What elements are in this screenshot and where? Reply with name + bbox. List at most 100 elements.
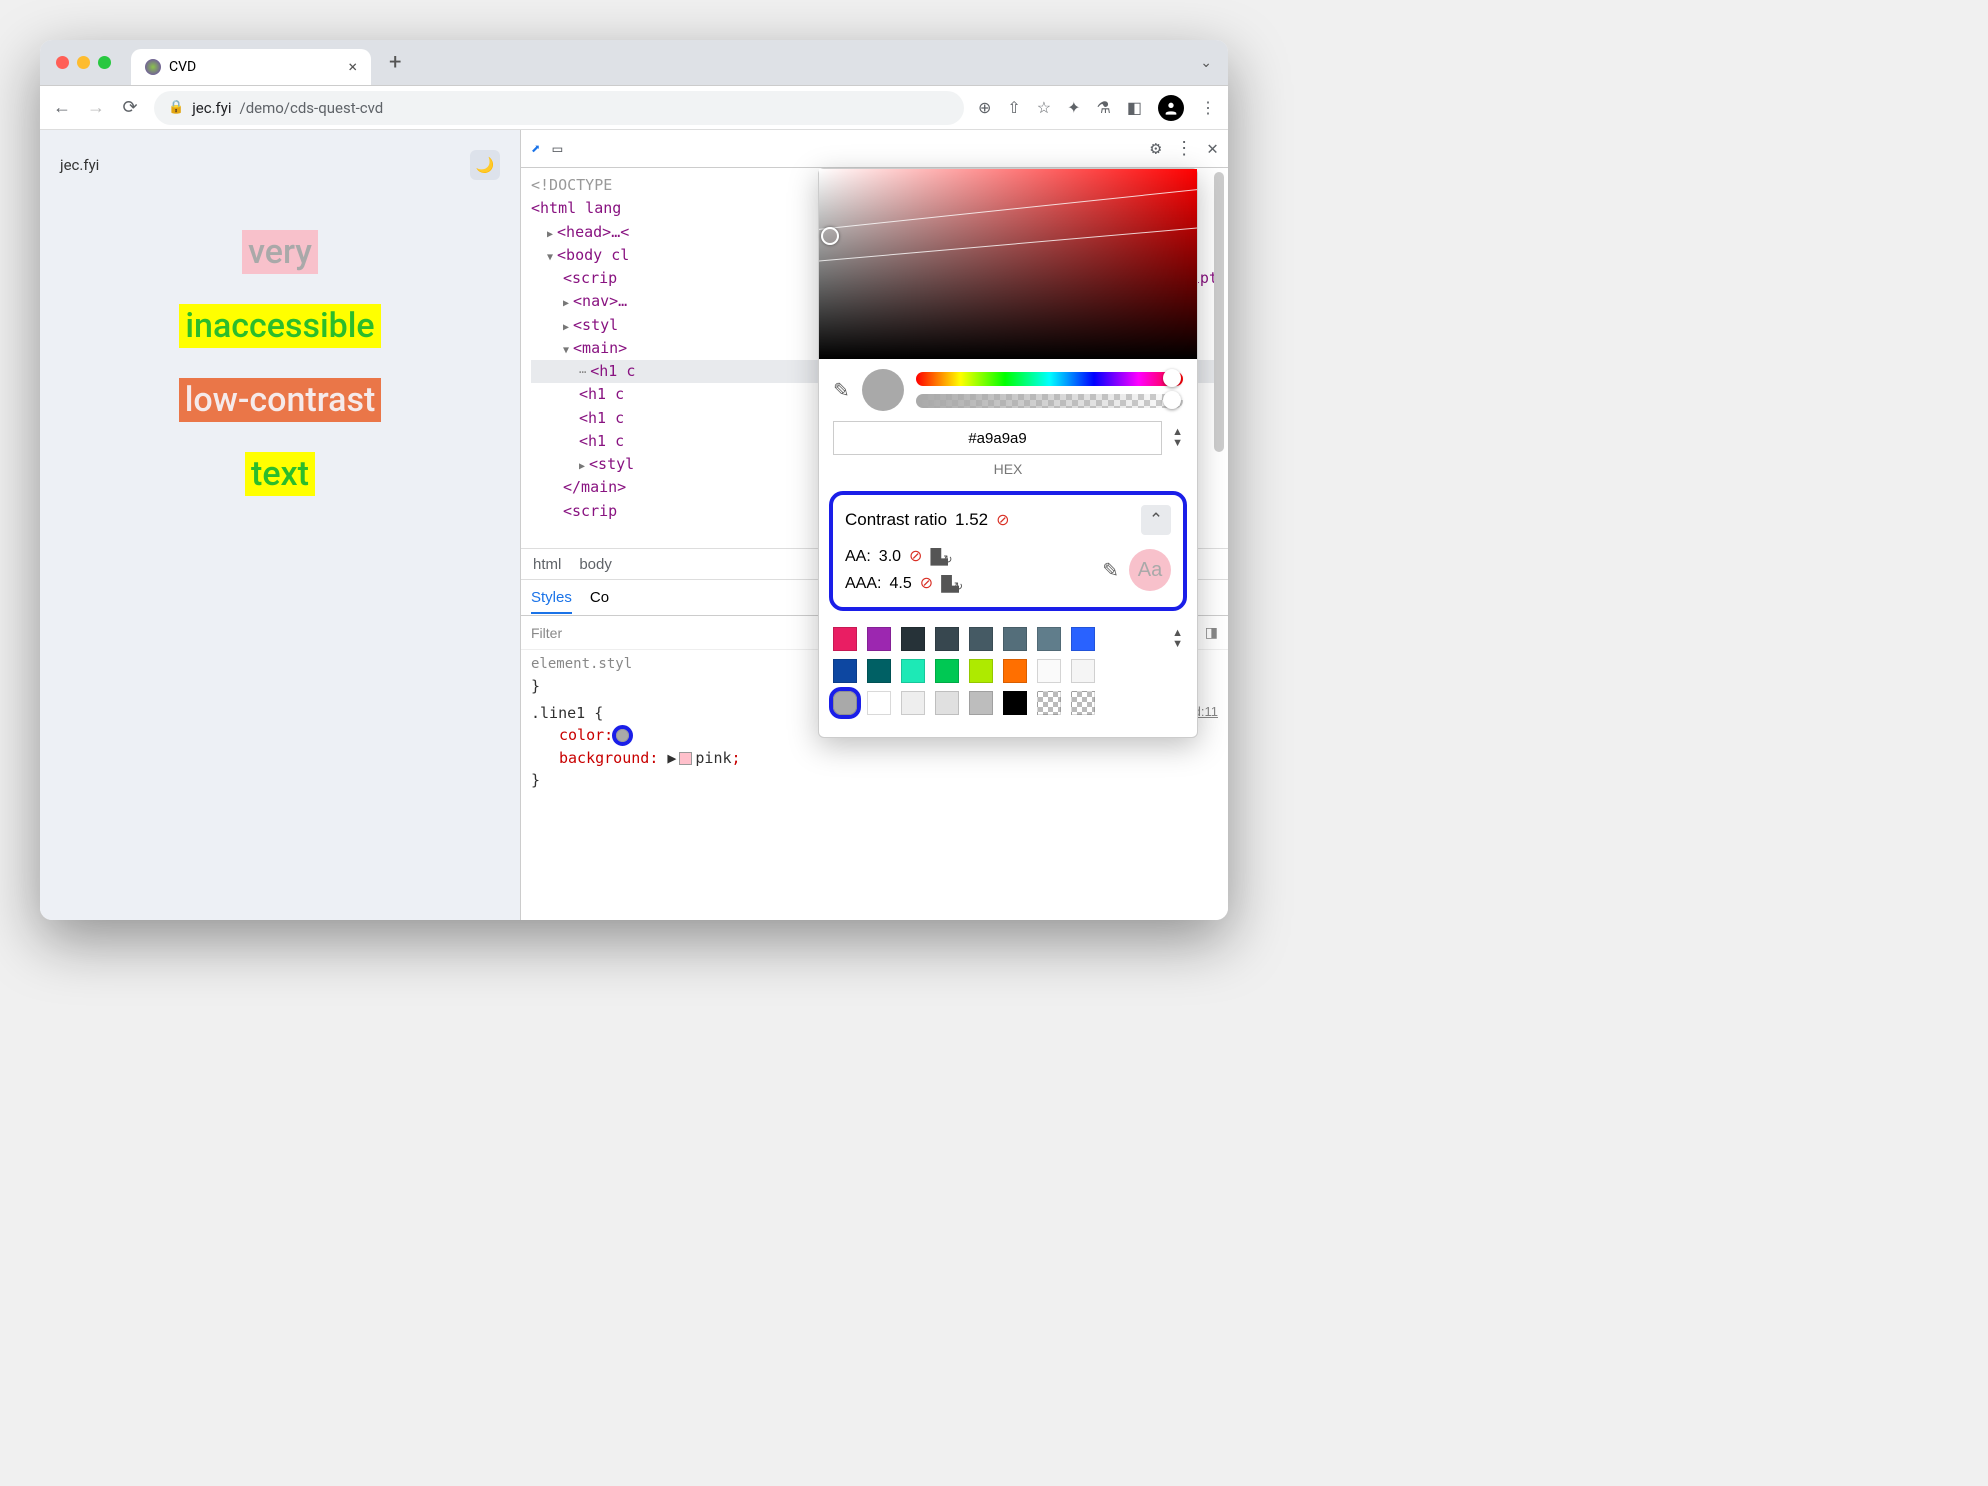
scrollbar[interactable]	[1214, 172, 1224, 452]
close-tab-icon[interactable]: ×	[348, 57, 357, 76]
favicon	[145, 59, 161, 75]
settings-icon[interactable]: ⚙	[1150, 138, 1161, 159]
palette-swatch[interactable]	[935, 627, 959, 651]
bg-eyedropper-icon[interactable]: ✎	[1102, 558, 1119, 583]
color-swatch[interactable]	[616, 729, 629, 742]
palette-swatch[interactable]	[867, 659, 891, 683]
aa-fix-icon[interactable]	[930, 548, 948, 566]
back-button[interactable]: ←	[52, 97, 72, 118]
palette-swatch[interactable]	[1003, 627, 1027, 651]
palette-swatch[interactable]	[969, 659, 993, 683]
hue-slider[interactable]	[916, 372, 1183, 386]
palette-swatch[interactable]	[833, 691, 857, 715]
tab-computed[interactable]: Co	[590, 589, 609, 606]
demo-line-4: text	[245, 452, 315, 496]
page-logo: jec.fyi	[60, 156, 99, 174]
bookmark-icon[interactable]: ☆	[1037, 98, 1051, 117]
palette-swatch[interactable]	[901, 691, 925, 715]
rendered-page: jec.fyi 🌙 very inaccessible low-contrast…	[40, 130, 520, 920]
color-preview-swatch	[862, 369, 904, 411]
palette-swatch[interactable]	[1071, 627, 1095, 651]
breadcrumb-html[interactable]: html	[533, 556, 561, 573]
lock-icon[interactable]: 🔒	[168, 100, 184, 115]
palette-swatch[interactable]	[901, 659, 925, 683]
bg-swatch[interactable]	[679, 752, 692, 765]
zoom-icon[interactable]: ⊕	[978, 98, 991, 117]
content-area: jec.fyi 🌙 very inaccessible low-contrast…	[40, 130, 1228, 920]
address-bar[interactable]: 🔒 jec.fyi/demo/cds-quest-cvd	[154, 91, 964, 125]
palette-swatch[interactable]	[1003, 659, 1027, 683]
palette-swatch[interactable]	[1003, 691, 1027, 715]
alpha-slider[interactable]	[916, 394, 1183, 408]
aaa-label: AAA:	[845, 570, 881, 597]
aaa-fail-icon: ⊘	[920, 570, 933, 597]
devtools-menu-icon[interactable]: ⋮	[1175, 138, 1193, 159]
demo-line-3: low-contrast	[179, 378, 382, 422]
url-path: /demo/cds-quest-cvd	[240, 99, 384, 117]
palette-swatch[interactable]	[1037, 691, 1061, 715]
new-tab-button[interactable]: +	[389, 50, 401, 75]
tabs-dropdown-icon[interactable]: ⌄	[1200, 55, 1212, 71]
palette-swatch[interactable]	[833, 659, 857, 683]
minimize-window-button[interactable]	[77, 56, 90, 69]
reload-button[interactable]: ⟳	[120, 97, 140, 118]
palette-swatch[interactable]	[1071, 659, 1095, 683]
palette-swatch[interactable]	[969, 691, 993, 715]
palette-swatch[interactable]	[867, 627, 891, 651]
saturation-field[interactable]	[819, 169, 1197, 359]
contrast-preview-badge: Aa	[1129, 549, 1171, 591]
browser-tab[interactable]: CVD ×	[131, 49, 371, 85]
palette-switch-icon[interactable]: ▲▼	[1172, 628, 1183, 650]
palette-row-3	[833, 691, 1183, 715]
contrast-fail-icon: ⊘	[996, 510, 1009, 530]
tab-styles[interactable]: Styles	[531, 589, 572, 614]
saturation-cursor[interactable]	[821, 227, 839, 245]
palette-swatch[interactable]	[969, 627, 993, 651]
dark-mode-toggle[interactable]: 🌙	[470, 150, 500, 180]
aa-fail-icon: ⊘	[909, 543, 922, 570]
inspect-element-icon[interactable]: ⬈	[531, 139, 541, 158]
palette-swatch[interactable]	[833, 627, 857, 651]
devtools-toolbar: ⬈ ▭ ⚙ ⋮ ✕	[521, 130, 1228, 168]
contrast-ratio-value: 1.52	[955, 510, 988, 530]
palette-swatch[interactable]	[1037, 627, 1061, 651]
contrast-panel: Contrast ratio 1.52 ⊘ ⌃ AA: 3.0 ⊘	[829, 491, 1187, 611]
device-toggle-icon[interactable]: ▭	[553, 139, 563, 158]
eyedropper-icon[interactable]: ✎	[833, 378, 850, 403]
palette-swatch[interactable]	[901, 627, 925, 651]
aaa-fix-icon[interactable]	[941, 575, 959, 593]
contrast-ratio-label: Contrast ratio	[845, 510, 947, 530]
extensions-icon[interactable]: ✦	[1067, 98, 1080, 117]
styles-filter-input[interactable]: Filter	[531, 625, 562, 641]
breadcrumb-body[interactable]: body	[579, 556, 612, 573]
forward-button[interactable]: →	[86, 97, 106, 118]
devtools-panel: ⬈ ▭ ⚙ ⋮ ✕ <!DOCTYPE <html lang <head>…< …	[520, 130, 1228, 920]
styles-pane-icon[interactable]: ◨	[1205, 624, 1218, 641]
format-switch-icon[interactable]: ▲▼	[1172, 427, 1183, 449]
palette-swatch[interactable]	[1071, 691, 1095, 715]
sidepanel-icon[interactable]: ◧	[1127, 98, 1142, 117]
palette-swatch[interactable]	[935, 659, 959, 683]
maximize-window-button[interactable]	[98, 56, 111, 69]
browser-toolbar: ← → ⟳ 🔒 jec.fyi/demo/cds-quest-cvd ⊕ ⇧ ☆…	[40, 86, 1228, 130]
color-palette: ▲▼	[819, 621, 1197, 737]
menu-icon[interactable]: ⋮	[1200, 98, 1216, 117]
share-icon[interactable]: ⇧	[1007, 98, 1020, 117]
palette-swatch[interactable]	[935, 691, 959, 715]
hex-format-label: HEX	[819, 461, 1197, 485]
window-controls	[56, 56, 111, 69]
tab-title: CVD	[169, 59, 196, 75]
url-domain: jec.fyi	[192, 99, 231, 117]
labs-icon[interactable]: ⚗	[1097, 98, 1111, 117]
profile-avatar[interactable]	[1158, 95, 1184, 121]
close-devtools-icon[interactable]: ✕	[1207, 138, 1218, 159]
demo-line-2: inaccessible	[179, 304, 380, 348]
demo-line-1: very	[242, 230, 318, 274]
hex-input[interactable]	[833, 421, 1162, 455]
contrast-collapse-button[interactable]: ⌃	[1141, 505, 1171, 535]
aa-label: AA:	[845, 543, 871, 570]
palette-swatch[interactable]	[1037, 659, 1061, 683]
palette-swatch[interactable]	[867, 691, 891, 715]
browser-window: CVD × + ⌄ ← → ⟳ 🔒 jec.fyi/demo/cds-quest…	[40, 40, 1228, 920]
close-window-button[interactable]	[56, 56, 69, 69]
